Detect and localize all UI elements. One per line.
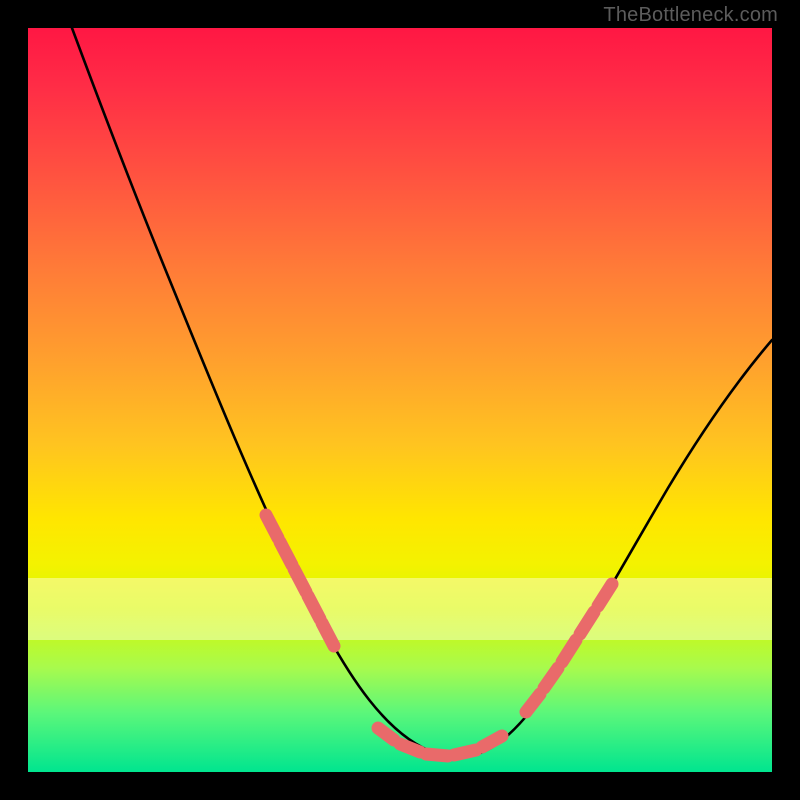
marker-group — [266, 515, 612, 756]
chart-frame: TheBottleneck.com — [0, 0, 800, 800]
curve-marker — [454, 750, 476, 755]
curve-marker — [308, 596, 320, 619]
curve-marker — [482, 736, 502, 747]
curve-marker — [426, 754, 448, 756]
curve-marker — [598, 584, 612, 606]
watermark-text: TheBottleneck.com — [603, 4, 778, 27]
curve-marker — [266, 515, 278, 538]
curve-marker — [544, 668, 558, 688]
curve-marker — [526, 694, 540, 712]
curve-marker — [294, 569, 306, 592]
bottleneck-curve — [72, 28, 772, 757]
curve-marker — [378, 728, 394, 740]
curve-marker — [280, 542, 292, 565]
curve-marker — [562, 640, 576, 662]
curve-marker — [400, 744, 420, 752]
curve-marker — [322, 623, 334, 646]
plot-area — [28, 28, 772, 772]
chart-svg — [28, 28, 772, 772]
curve-marker — [580, 612, 594, 634]
